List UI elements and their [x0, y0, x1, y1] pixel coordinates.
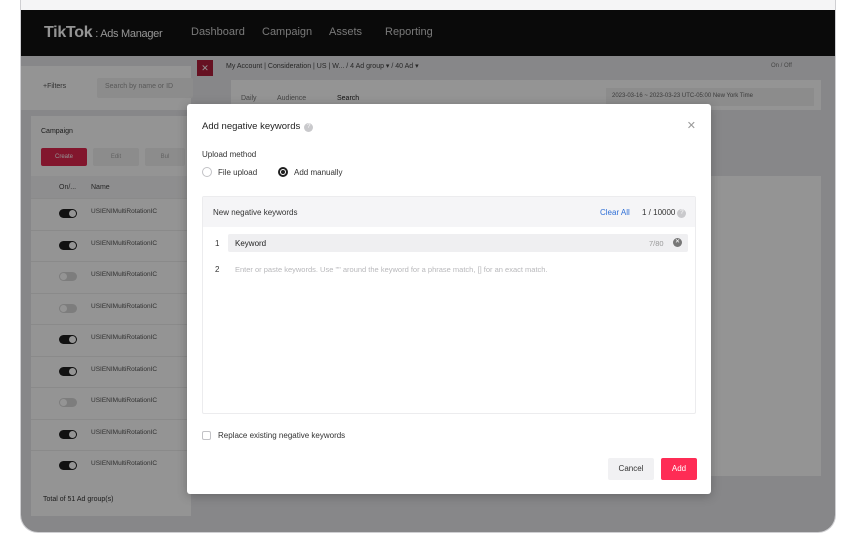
keyword-editor-title: New negative keywords: [213, 208, 298, 217]
radio-file-upload[interactable]: File upload: [202, 167, 257, 177]
upload-method-label: Upload method: [202, 150, 257, 159]
app-window: TikTok: Ads Manager Dashboard Campaign A…: [20, 0, 836, 533]
radio-label: Add manually: [294, 167, 343, 177]
keyword-input[interactable]: [228, 234, 688, 252]
add-negative-keywords-dialog: Add negative keywords? ✕ Upload method F…: [187, 104, 711, 494]
keyword-editor-header: New negative keywords Clear All 1 / 1000…: [203, 197, 695, 227]
cancel-button[interactable]: Cancel: [608, 458, 654, 480]
help-icon[interactable]: ?: [677, 209, 687, 218]
radio-selected-icon: [278, 167, 288, 177]
keyword-placeholder[interactable]: Enter or paste keywords. Use "" around t…: [235, 265, 548, 274]
add-button[interactable]: Add: [661, 458, 697, 480]
clear-input-icon[interactable]: ✕: [673, 238, 682, 247]
dialog-title-text: Add negative keywords: [202, 121, 301, 132]
dialog-title: Add negative keywords?: [202, 121, 314, 132]
radio-label: File upload: [218, 167, 258, 177]
keyword-count-text: 1 / 10000: [642, 208, 676, 217]
close-icon[interactable]: ✕: [687, 119, 696, 132]
line-number: 1: [215, 239, 220, 248]
checkbox-icon[interactable]: [202, 431, 211, 440]
replace-existing-checkbox[interactable]: Replace existing negative keywords: [202, 431, 345, 440]
keyword-editor: New negative keywords Clear All 1 / 1000…: [202, 196, 696, 414]
radio-add-manually[interactable]: Add manually: [278, 167, 342, 177]
clear-all-link[interactable]: Clear All: [600, 208, 630, 217]
replace-existing-label: Replace existing negative keywords: [218, 431, 346, 440]
radio-unselected-icon: [202, 167, 212, 177]
keyword-count: 1 / 10000?: [642, 208, 687, 218]
line-number: 2: [215, 265, 220, 274]
char-count: 7/80: [649, 239, 664, 248]
help-icon[interactable]: ?: [304, 123, 314, 132]
